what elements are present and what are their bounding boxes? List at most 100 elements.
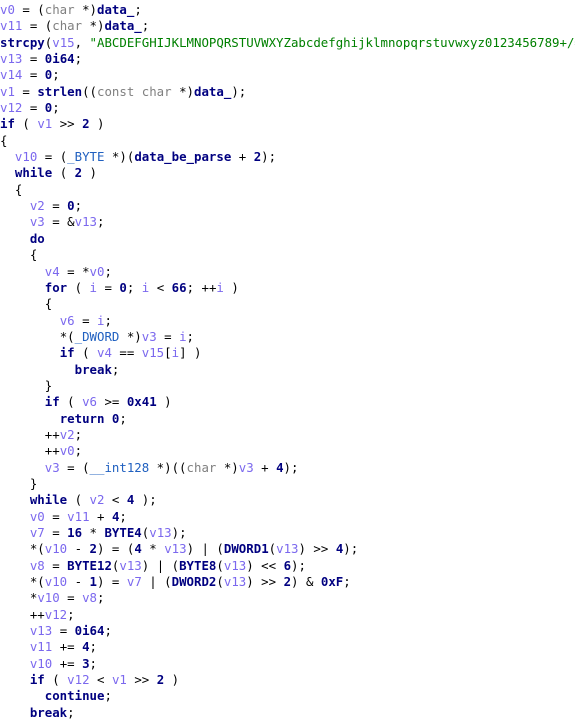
code-line[interactable]: break; [0,705,575,721]
code-line[interactable]: v8 = BYTE12(v13) | (BYTE8(v13) << 6); [0,558,575,574]
code-line[interactable]: if ( v12 < v1 >> 2 ) [0,672,575,688]
code-line[interactable]: v3 = &v13; [0,214,575,230]
code-token-plain: >> [52,116,83,132]
code-token-plain: ); [283,459,299,475]
code-line[interactable]: v13 = 0i64; [0,51,575,67]
code-line[interactable]: { [0,247,575,263]
code-line[interactable]: break; [0,362,575,378]
code-token-local: v11 [29,639,53,655]
code-line[interactable]: { [0,182,575,198]
code-token-plain: *)( [104,149,135,165]
code-line[interactable]: do [0,231,575,247]
code-token-kw: if [29,672,45,688]
code-line[interactable]: *v10 = v8; [0,590,575,606]
code-token-local: v4 [97,345,112,361]
code-token-plain: *) [119,328,142,344]
code-line[interactable]: } [0,378,575,394]
code-token-local: i [89,279,98,295]
code-token-num: 4 [134,541,142,557]
code-line[interactable]: v10 += 3; [0,656,575,672]
code-line[interactable]: { [0,296,575,312]
code-token-plain: ; [74,426,83,442]
code-line[interactable]: v0 = v11 + 4; [0,509,575,525]
code-line[interactable]: v11 = (char *)data_; [0,18,575,34]
code-line[interactable]: *(_DWORD *)v3 = i; [0,329,575,345]
code-line[interactable]: while ( 2 ) [0,165,575,181]
code-token-local: v0 [29,508,45,524]
code-line[interactable]: v7 = 16 * BYTE4(v13); [0,525,575,541]
code-token-plain: = ( [22,18,53,34]
code-token-num: 6 [283,557,292,573]
code-token-local: v12 [67,672,90,688]
code-line[interactable]: v10 = (_BYTE *)(data_be_parse + 2); [0,149,575,165]
code-token-num: 2 [89,541,98,557]
code-line[interactable]: for ( i = 0; i < 66; ++i ) [0,280,575,296]
code-token-plain: += [52,655,83,671]
code-line[interactable]: if ( v4 == v15[i] ) [0,345,575,361]
code-line[interactable]: while ( v2 < 4 ); [0,492,575,508]
code-token-plain: ; [186,328,195,344]
code-line[interactable]: ++v2; [0,427,575,443]
code-line[interactable]: ++v12; [0,607,575,623]
code-token-plain: = [14,83,38,99]
code-token-plain: ; [119,508,127,524]
code-token-local: v3 [44,459,60,475]
code-token-num: 16 [67,525,83,540]
code-token-plain: ) [164,672,180,688]
code-line[interactable]: *(v10 - 2) = (4 * v13) | (DWORD1(v13) >>… [0,541,575,557]
code-token-num: 2 [283,574,292,590]
code-token-local: v14 [0,67,23,83]
code-token-local: v1 [37,116,53,132]
code-token-ctype: char [52,18,83,34]
code-token-plain: - [67,541,90,557]
code-line[interactable]: return 0; [0,411,575,427]
code-line[interactable]: v13 = 0i64; [0,623,575,639]
code-line[interactable]: } [0,476,575,492]
code-token-local: v7 [29,525,45,540]
code-token-kw: if [44,394,60,410]
code-token-plain: ; [67,606,75,622]
code-line[interactable]: continue; [0,688,575,704]
code-line[interactable]: v4 = *v0; [0,264,575,280]
code-line[interactable]: ++v0; [0,443,575,459]
code-token-local: v10 [29,655,53,671]
code-line[interactable]: v14 = 0; [0,67,575,83]
code-token-local: v10 [37,590,60,606]
code-token-local: i [171,345,180,361]
code-token-plain: = * [59,263,90,279]
code-token-plain: = [22,67,45,83]
pseudocode-view[interactable]: v0 = (char *)data_; v11 = (char *)data_; s… [0,0,575,721]
code-token-plain: *) [74,2,97,17]
code-token-local: v10 [44,541,68,557]
code-token-plain: ; [89,655,98,671]
code-token-plain: ; [111,361,120,377]
code-token-local: v4 [44,263,60,279]
code-token-plain: = [22,51,45,67]
code-token-plain: ) >> [246,574,284,590]
code-line[interactable]: v1 = strlen((const char *)data_); [0,84,575,100]
code-token-local: v13 [149,525,172,540]
code-line[interactable]: v11 += 4; [0,639,575,655]
code-token-local: v2 [29,198,45,214]
code-line[interactable]: v3 = (__int128 *)((char *)v3 + 4); [0,460,575,476]
code-line[interactable]: v12 = 0; [0,100,575,116]
code-token-plain: = ( [37,149,68,165]
code-token-plain: ++ [44,443,60,459]
code-line[interactable]: { [0,133,575,149]
code-token-type: _BYTE [67,149,105,165]
code-token-num: 4 [82,639,90,655]
code-token-plain: ); [343,541,359,557]
code-token-plain: ( [74,345,97,361]
code-line[interactable]: strcpy(v15, "ABCDEFGHIJKLMNOPQRSTUVWXYZa… [0,35,575,51]
code-line[interactable]: v2 = 0; [0,198,575,214]
code-line[interactable]: v6 = i; [0,313,575,329]
code-line[interactable]: *(v10 - 1) = v7 | (DWORD2(v13) >> 2) & 0… [0,574,575,590]
code-token-local: v13 [223,574,247,590]
code-token-kw: for [44,279,68,295]
code-line[interactable]: if ( v1 >> 2 ) [0,116,575,132]
code-token-local: v6 [59,312,75,328]
code-token-plain: { [14,181,23,197]
code-line[interactable]: v0 = (char *)data_; [0,2,575,18]
code-token-plain: ) [82,165,98,181]
code-line[interactable]: if ( v6 >= 0x41 ) [0,394,575,410]
